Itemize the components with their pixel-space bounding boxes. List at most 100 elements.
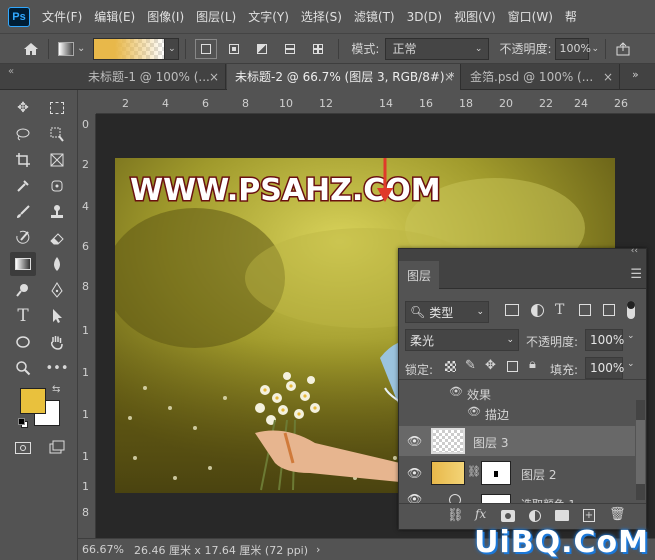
new-group-folder-icon[interactable] [555, 510, 569, 521]
effects-eye-icon[interactable]: 👁︎ [449, 385, 463, 398]
more-tabs-icon[interactable]: » [632, 68, 639, 81]
blur-tool-icon[interactable] [44, 252, 70, 276]
visibility-eye-icon[interactable]: 👁︎ [407, 434, 422, 448]
default-colors-icon[interactable] [18, 418, 28, 428]
fill-chevron-icon[interactable]: ⌄ [627, 359, 635, 369]
opacity-input[interactable]: 100% [555, 37, 591, 60]
trash-icon[interactable]: 🗑︎ [609, 507, 626, 522]
menu-image[interactable]: 图像(I) [141, 8, 190, 25]
lock-pixels-icon[interactable]: ✎ [465, 358, 476, 373]
menu-3d[interactable]: 3D(D) [401, 10, 448, 24]
gradient-tool-icon[interactable] [10, 252, 36, 276]
close-icon[interactable]: × [209, 64, 219, 90]
menu-layer[interactable]: 图层(L) [190, 8, 242, 25]
tab-untitled-1[interactable]: 未标题-1 @ 100% (... × [80, 64, 226, 90]
lock-all-icon[interactable]: 🔒︎ [529, 357, 536, 372]
collapse-panel-icon[interactable]: ‹‹ [631, 246, 638, 256]
zoom-tool-icon[interactable] [10, 356, 36, 380]
lock-position-icon[interactable]: ✥ [485, 358, 496, 373]
screen-mode-icon[interactable] [44, 436, 70, 460]
zoom-level[interactable]: 66.67% [82, 543, 124, 556]
opacity-chevron-icon[interactable]: ⌄ [627, 331, 635, 341]
layer-mask-thumbnail[interactable] [481, 461, 511, 485]
layer-row-3[interactable]: 👁︎ 图层 3 [399, 426, 635, 456]
more-tools-icon[interactable]: ••• [44, 356, 70, 380]
layer-row-selective-color[interactable]: 👁︎ 选取颜色 1 [399, 490, 635, 504]
close-icon[interactable]: × [603, 64, 613, 90]
fx-icon[interactable]: fx [475, 507, 486, 521]
eyedropper-tool-icon[interactable] [10, 174, 36, 198]
history-brush-tool-icon[interactable] [10, 226, 36, 250]
menu-type[interactable]: 文字(Y) [242, 8, 295, 25]
gradient-dropdown[interactable]: ⌄ [165, 37, 180, 60]
marquee-tool-icon[interactable] [44, 96, 70, 120]
lock-artboard-icon[interactable] [507, 361, 518, 372]
angle-gradient-icon[interactable] [251, 39, 273, 59]
blend-mode-select[interactable]: 柔光 ⌄ [405, 329, 519, 351]
layer-name[interactable]: 图层 3 [473, 434, 508, 451]
panel-menu-icon[interactable]: ☰ [630, 267, 642, 282]
swap-colors-icon[interactable]: ⇆ [52, 384, 60, 395]
hand-tool-icon[interactable] [44, 330, 70, 354]
menu-file[interactable]: 文件(F) [36, 8, 88, 25]
status-menu-arrow-icon[interactable]: › [316, 543, 320, 556]
pressure-opacity-icon[interactable] [612, 39, 634, 59]
menu-window[interactable]: 窗口(W) [502, 8, 559, 25]
layer-name[interactable]: 图层 2 [521, 466, 556, 483]
move-tool-icon[interactable]: ✥ [10, 96, 36, 120]
filter-smart-object-icon[interactable] [603, 304, 615, 316]
clone-stamp-tool-icon[interactable] [44, 200, 70, 224]
filter-toggle-icon[interactable] [627, 301, 635, 319]
reflected-gradient-icon[interactable] [279, 39, 301, 59]
link-layers-icon[interactable]: ⛓︎ [447, 508, 464, 523]
opacity-chevron-icon[interactable]: ⌄ [591, 44, 599, 54]
layer-filter-select[interactable]: 🔍︎ 类型 ⌄ [405, 301, 489, 323]
layers-scrollbar[interactable] [636, 400, 645, 500]
foreground-color-swatch[interactable] [20, 388, 46, 414]
layer-row-2[interactable]: 👁︎ ⛓︎ 图层 2 [399, 458, 635, 488]
menu-edit[interactable]: 编辑(E) [88, 8, 141, 25]
lasso-tool-icon[interactable] [10, 122, 36, 146]
ellipse-tool-icon[interactable] [10, 330, 36, 354]
lock-transparent-icon[interactable] [445, 361, 456, 372]
eraser-tool-icon[interactable] [44, 226, 70, 250]
brush-tool-icon[interactable] [10, 200, 36, 224]
type-tool-icon[interactable]: T [10, 304, 36, 328]
stroke-eye-icon[interactable]: 👁︎ [467, 405, 481, 418]
menu-help[interactable]: 帮 [559, 8, 583, 25]
collapse-panels-icon[interactable]: « [8, 66, 14, 77]
fill-input[interactable]: 100% [585, 357, 624, 379]
home-icon[interactable] [20, 39, 42, 59]
diamond-gradient-icon[interactable] [307, 39, 329, 59]
filter-adjustment-icon[interactable] [531, 304, 544, 317]
menu-select[interactable]: 选择(S) [295, 8, 348, 25]
new-layer-icon[interactable]: + [583, 509, 595, 522]
frame-tool-icon[interactable] [44, 148, 70, 172]
close-icon[interactable]: × [444, 64, 454, 90]
filter-type-icon[interactable]: T [555, 302, 564, 318]
mode-select[interactable]: 正常 ⌄ [385, 37, 490, 60]
menu-filter[interactable]: 滤镜(T) [348, 8, 401, 25]
chevron-down-icon[interactable]: ⌄ [77, 43, 85, 54]
spot-healing-tool-icon[interactable] [44, 174, 70, 198]
quick-selection-tool-icon[interactable] [44, 122, 70, 146]
quick-mask-icon[interactable] [10, 436, 36, 460]
menu-view[interactable]: 视图(V) [448, 8, 502, 25]
tab-gold-foil[interactable]: 金箔.psd @ 100% (... × [462, 64, 620, 90]
stroke-effect-row[interactable]: 👁︎ 描边 [399, 404, 635, 422]
path-selection-tool-icon[interactable] [44, 304, 70, 328]
add-mask-icon[interactable] [501, 510, 515, 522]
crop-tool-icon[interactable] [10, 148, 36, 172]
pen-tool-icon[interactable] [44, 278, 70, 302]
gradient-tool-preset-icon[interactable] [55, 39, 77, 59]
gradient-picker[interactable] [93, 37, 166, 60]
tab-layers[interactable]: 图层 [399, 261, 439, 289]
dodge-tool-icon[interactable] [10, 278, 36, 302]
new-adjustment-icon[interactable] [529, 510, 541, 522]
effects-row[interactable]: 👁︎ 效果 [399, 384, 635, 402]
tab-untitled-2[interactable]: 未标题-2 @ 66.7% (图层 3, RGB/8#) * × [227, 64, 461, 90]
linear-gradient-icon[interactable] [195, 38, 218, 59]
filter-image-icon[interactable] [505, 304, 519, 316]
layer-opacity-input[interactable]: 100% [585, 329, 624, 351]
radial-gradient-icon[interactable] [223, 39, 245, 59]
